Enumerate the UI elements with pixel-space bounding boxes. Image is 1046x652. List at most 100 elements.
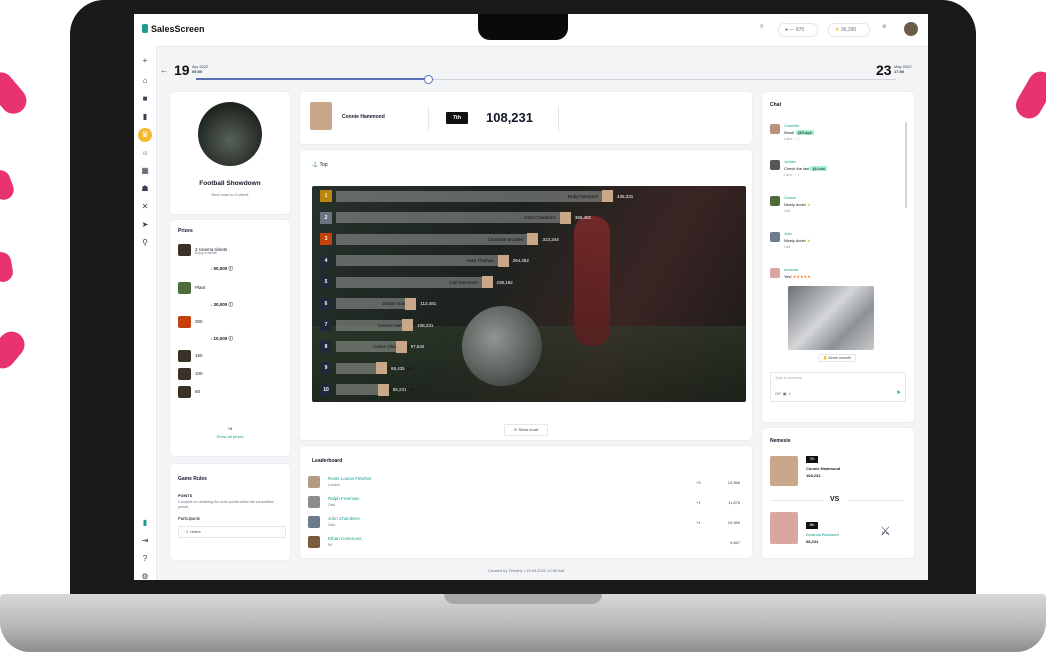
chat-actions[interactable]: Liked ♡ 1	[784, 137, 799, 141]
chat-actions[interactable]: Like	[784, 209, 790, 213]
chart-rank-label: 1	[320, 190, 332, 202]
rules-description: Compete on obtaining the most points wit…	[178, 500, 275, 509]
avatar	[770, 124, 780, 134]
lb-name[interactable]: Rosie Louise Fletcher	[328, 476, 372, 481]
prize-item[interactable]: 50	[178, 386, 200, 398]
rocket-icon[interactable]: ➤	[138, 218, 152, 232]
trophy-outline-icon: ⚓	[312, 162, 319, 168]
chart-category-label: Anita Thomas	[465, 258, 494, 263]
back-arrow-icon[interactable]: ←	[160, 66, 168, 75]
prize-label: 150	[195, 353, 203, 359]
my-nemesis-score: 108,231	[806, 473, 821, 478]
chat-input[interactable]: Type a comment GIF ▣ ☺ ➤	[770, 372, 906, 402]
decor-shape	[0, 250, 15, 284]
search-icon[interactable]: ⚲	[760, 24, 764, 30]
chat-input-placeholder: Type a comment	[775, 376, 802, 380]
prize-threshold: ↓ 30,000 ⓘ	[210, 302, 234, 307]
store-icon[interactable]: ☗	[138, 182, 152, 196]
grid-icon[interactable]: ▦	[138, 164, 152, 178]
leaderboard-heading: Leaderboard	[312, 458, 343, 464]
participants-field[interactable]: ☺ Users	[178, 526, 286, 538]
lb-name[interactable]: Ralph Freeman	[328, 496, 359, 501]
leaderboard-row[interactable]: John Chambers Oslo +1 10,969	[308, 516, 744, 532]
show-chart-button[interactable]: ✕ Show chart	[504, 424, 548, 436]
nemesis-card: Nemesis 7th Connie Hammond 108,231 VS 6t…	[762, 428, 914, 558]
avatar	[770, 232, 780, 242]
chat-author[interactable]: Jordan	[784, 160, 796, 164]
chart-rank-label: 6	[320, 297, 332, 310]
help-icon[interactable]: ?	[138, 552, 152, 566]
chart-avatar	[559, 211, 571, 224]
chart-background-player	[574, 216, 610, 346]
points-pill[interactable]: ♛ 36,390	[828, 23, 870, 37]
timeline-handle[interactable]	[424, 75, 433, 84]
chart-category-label: Jordan Santana	[382, 301, 414, 306]
chat-author[interactable]: John	[784, 232, 792, 236]
chat-image[interactable]	[788, 286, 874, 350]
chat-text: Nicely done! ★	[784, 202, 811, 207]
show-all-prizes-link[interactable]: Show all prizes	[170, 434, 290, 439]
chart-category-label: Carl Simmons	[449, 279, 478, 285]
prize-threshold: ↓ 10,000 ⓘ	[210, 336, 234, 341]
chart-rank-label: 10	[320, 383, 332, 396]
chat-author[interactable]: Charlotte	[784, 124, 799, 128]
top-chart-card: ⚓ Top 1 Ruby Hampton 435,331 2 John Chambers…	[300, 150, 752, 440]
avatar	[770, 268, 780, 278]
user-avatar[interactable]	[904, 22, 918, 36]
leaderboard-row[interactable]: Ethan Commons NY 9,667	[308, 536, 744, 552]
rival-score: 68,231	[806, 539, 819, 544]
app-logo[interactable]: SalesScreen	[142, 24, 205, 34]
add-icon[interactable]: +	[138, 54, 152, 68]
chat-actions[interactable]: Liked ♡ 1	[784, 173, 799, 177]
lightbulb-icon[interactable]: ☼	[138, 146, 152, 160]
hand-icon: ✋	[823, 356, 828, 360]
divider	[428, 106, 429, 132]
my-avatar	[310, 102, 332, 130]
collapse-icon[interactable]: ⇥	[138, 534, 152, 548]
prize-item[interactable]: 150	[178, 350, 203, 362]
brand-icon[interactable]: ▮	[138, 516, 152, 530]
chart-rank-label: 4	[320, 254, 332, 267]
competition-title: Football Showdown	[199, 180, 261, 187]
prize-item[interactable]: 300	[178, 316, 203, 328]
chart-value-label: 313,344	[542, 236, 559, 242]
my-rank-badge: 7th	[446, 112, 468, 124]
settings-icon[interactable]: ⚙	[882, 24, 886, 30]
chart-avatar	[602, 190, 613, 202]
prize-item[interactable]: Plant	[178, 282, 205, 294]
chat-author[interactable]: Connie	[784, 196, 796, 200]
trophy-icon: ♛	[835, 27, 840, 33]
decor-shape	[1011, 66, 1046, 124]
feed-icon[interactable]: ■	[138, 92, 152, 106]
prizes-heading: Prizes	[178, 228, 193, 234]
lb-sub: NY	[328, 543, 333, 547]
tools-icon[interactable]: ✕	[138, 200, 152, 214]
send-icon[interactable]: ➤	[896, 389, 901, 396]
chart-background-ball	[462, 306, 542, 386]
leaderboard-row[interactable]: Rosie Louise Fletcher London +3 13,966	[308, 476, 744, 492]
location-icon[interactable]: ⚲	[138, 236, 152, 250]
chat-scrollbar[interactable]	[905, 122, 907, 208]
more-prizes-count: +5	[227, 426, 233, 431]
chat-actions[interactable]: Like	[784, 245, 790, 249]
chart-value-label: 238,182	[496, 279, 513, 285]
rules-type: POINTS	[178, 494, 193, 498]
chart-avatar	[375, 362, 387, 374]
my-nemesis-avatar	[770, 456, 798, 486]
timeline-progress	[196, 78, 427, 80]
laptop-base-notch	[444, 594, 602, 604]
attachment-icons[interactable]: GIF ▣ ☺	[775, 391, 792, 396]
currency-pill[interactable]: ● — 870	[778, 23, 818, 37]
my-score: 108,231	[486, 110, 533, 125]
gear-icon[interactable]: ⚙	[138, 570, 152, 580]
leaderboard-row[interactable]: Ralph Freeman Oslo +1 11,875	[308, 496, 744, 512]
lb-name[interactable]: Ethan Commons	[328, 536, 362, 541]
rival-name[interactable]: Amanda Blackwell	[806, 532, 839, 537]
lb-name[interactable]: John Chambers	[328, 516, 360, 521]
prize-item[interactable]: 100	[178, 368, 203, 380]
trophy-nav-icon[interactable]: ♛	[138, 128, 152, 142]
chart-value-label: 113,481	[420, 301, 437, 306]
home-icon[interactable]: ⌂	[138, 74, 152, 88]
chat-author[interactable]: Amanda	[784, 268, 798, 272]
stats-icon[interactable]: ▮	[138, 110, 152, 124]
